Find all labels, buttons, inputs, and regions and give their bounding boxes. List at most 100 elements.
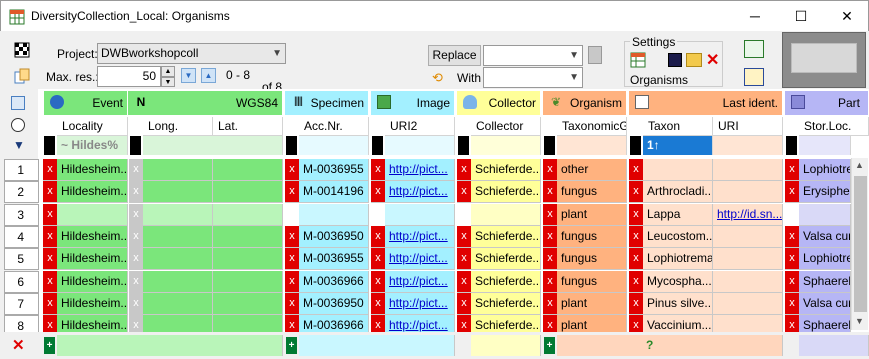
column-locality[interactable]: Locality — [57, 117, 128, 136]
question-icon[interactable]: ? — [646, 338, 653, 352]
storage-location-cell[interactable]: Sphaerella — [799, 271, 851, 293]
accnr-cell[interactable]: M-0036950 — [299, 293, 369, 315]
delete-specimen-icon[interactable]: x — [285, 248, 299, 270]
add-specimen-button[interactable]: + — [286, 337, 297, 354]
delete-collector-icon[interactable]: x — [457, 293, 471, 315]
taxonomic-group-cell[interactable]: fungus — [557, 181, 627, 203]
uri2-link[interactable]: http://pict... — [385, 226, 455, 248]
longitude-cell[interactable] — [143, 181, 213, 203]
vertical-scrollbar[interactable]: ▲ ▼ — [851, 158, 868, 330]
locality-cell[interactable]: Hildesheim... — [57, 271, 128, 293]
group-last-identification[interactable]: Last ident. — [629, 91, 783, 115]
clock-icon[interactable] — [11, 118, 25, 132]
scroll-thumb[interactable] — [854, 176, 867, 312]
locality-cell[interactable]: Hildesheim... — [57, 226, 128, 248]
with-select[interactable]: ▼ — [483, 67, 583, 88]
copy-icon[interactable] — [14, 68, 30, 84]
arrow-down-button[interactable]: ▼ — [181, 68, 196, 83]
uri2-link[interactable] — [385, 204, 455, 226]
group-specimen[interactable]: ||||| Specimen — [285, 91, 369, 115]
row-header[interactable]: 1 — [4, 159, 39, 181]
group-event[interactable]: Event — [44, 91, 128, 115]
longitude-cell[interactable] — [143, 293, 213, 315]
delete-wgs84-icon[interactable]: x — [129, 159, 143, 181]
row-header[interactable]: 7 — [4, 293, 39, 315]
group-part[interactable]: Part — [785, 91, 869, 115]
latitude-cell[interactable] — [213, 271, 283, 293]
row-header[interactable]: 6 — [4, 271, 39, 293]
delete-collector-icon[interactable]: x — [457, 181, 471, 203]
spin-down-icon[interactable]: ▼ — [161, 77, 175, 87]
save-icon[interactable] — [668, 53, 682, 67]
delete-collector-icon[interactable]: x — [457, 248, 471, 270]
add-part-cell[interactable] — [799, 335, 869, 356]
delete-collector-icon[interactable]: x — [457, 159, 471, 181]
grip-icon[interactable] — [588, 46, 602, 64]
delete-identification-icon[interactable]: x — [629, 271, 643, 293]
latitude-cell[interactable] — [213, 226, 283, 248]
delete-part-icon[interactable]: x — [785, 248, 799, 270]
column-storage-location[interactable]: Stor.Loc. — [799, 117, 869, 136]
locality-cell[interactable]: Hildesheim... — [57, 293, 128, 315]
storage-location-cell[interactable]: Lophiotrema — [799, 159, 851, 181]
uri-cell[interactable] — [713, 159, 783, 181]
storloc-filter[interactable] — [799, 136, 851, 155]
column-taxon[interactable]: Taxon — [643, 117, 713, 136]
delete-identification-icon[interactable]: x — [629, 226, 643, 248]
uri-cell[interactable]: http://id.sn... — [713, 204, 783, 226]
collector-cell[interactable] — [471, 204, 541, 226]
delete-event-icon[interactable]: x — [43, 226, 57, 248]
maximize-button[interactable]: ☐ — [778, 1, 824, 32]
delete-collector-icon[interactable]: x — [457, 271, 471, 293]
delete-organism-icon[interactable]: x — [543, 181, 557, 203]
taxon-cell[interactable]: Lappa — [643, 204, 713, 226]
collector-cell[interactable]: Schieferde... — [471, 226, 541, 248]
delete-event-icon[interactable]: x — [43, 271, 57, 293]
delete-organism-icon[interactable]: x — [543, 293, 557, 315]
accnr-cell[interactable]: M-0036950 — [299, 226, 369, 248]
add-specimen-cell[interactable] — [299, 335, 455, 356]
delete-identification-icon[interactable]: x — [629, 204, 643, 226]
uri-cell[interactable] — [713, 271, 783, 293]
taxonomic-group-cell[interactable]: fungus — [557, 226, 627, 248]
close-button[interactable]: ✕ — [824, 1, 869, 32]
column-lat[interactable]: Lat. — [213, 117, 283, 136]
taxon-cell[interactable]: Leucostom... — [643, 226, 713, 248]
latitude-cell[interactable] — [213, 159, 283, 181]
column-uri2[interactable]: URI2 — [385, 117, 455, 136]
collector-cell[interactable]: Schieferde... — [471, 181, 541, 203]
group-image[interactable]: Image — [371, 91, 455, 115]
delete-part-icon[interactable]: x — [785, 226, 799, 248]
wgs84-filter[interactable] — [143, 136, 283, 155]
accnr-cell[interactable]: M-0014196 — [299, 181, 369, 203]
collector-cell[interactable]: Schieferde... — [471, 271, 541, 293]
group-organism[interactable]: ❦ Organism — [543, 91, 627, 115]
delete-image-icon[interactable]: x — [371, 293, 385, 315]
group-wgs84[interactable]: N WGS84 — [128, 91, 283, 115]
longitude-cell[interactable] — [143, 248, 213, 270]
uri-cell[interactable] — [713, 181, 783, 203]
locality-cell[interactable]: Hildesheim... — [57, 248, 128, 270]
delete-image-icon[interactable]: x — [371, 248, 385, 270]
column-accnr[interactable]: Acc.Nr. — [299, 117, 369, 136]
uri2-link[interactable]: http://pict... — [385, 293, 455, 315]
delete-part-icon[interactable]: x — [785, 293, 799, 315]
row-header[interactable]: 5 — [4, 248, 39, 270]
latitude-cell[interactable] — [213, 248, 283, 270]
storage-location-cell[interactable]: Lophiotrem — [799, 248, 851, 270]
accnr-filter[interactable] — [299, 136, 369, 155]
delete-specimen-icon[interactable]: x — [285, 271, 299, 293]
checkered-flag-icon[interactable] — [14, 42, 30, 58]
accnr-cell[interactable]: M-0036955 — [299, 248, 369, 270]
scroll-up-icon[interactable]: ▲ — [855, 160, 864, 170]
row-header[interactable]: 3 — [4, 204, 39, 226]
latitude-cell[interactable] — [213, 204, 283, 226]
delete-specimen-icon[interactable]: x — [285, 226, 299, 248]
delete-event-icon[interactable]: x — [43, 159, 57, 181]
accnr-cell[interactable]: M-0036955 — [299, 159, 369, 181]
column-uri[interactable]: URI — [713, 117, 783, 136]
delete-image-icon[interactable]: x — [371, 159, 385, 181]
delete-organism-icon[interactable]: x — [543, 248, 557, 270]
max-results-input[interactable]: 50 — [97, 66, 161, 87]
taxon-cell[interactable]: Arthrocladi... — [643, 181, 713, 203]
